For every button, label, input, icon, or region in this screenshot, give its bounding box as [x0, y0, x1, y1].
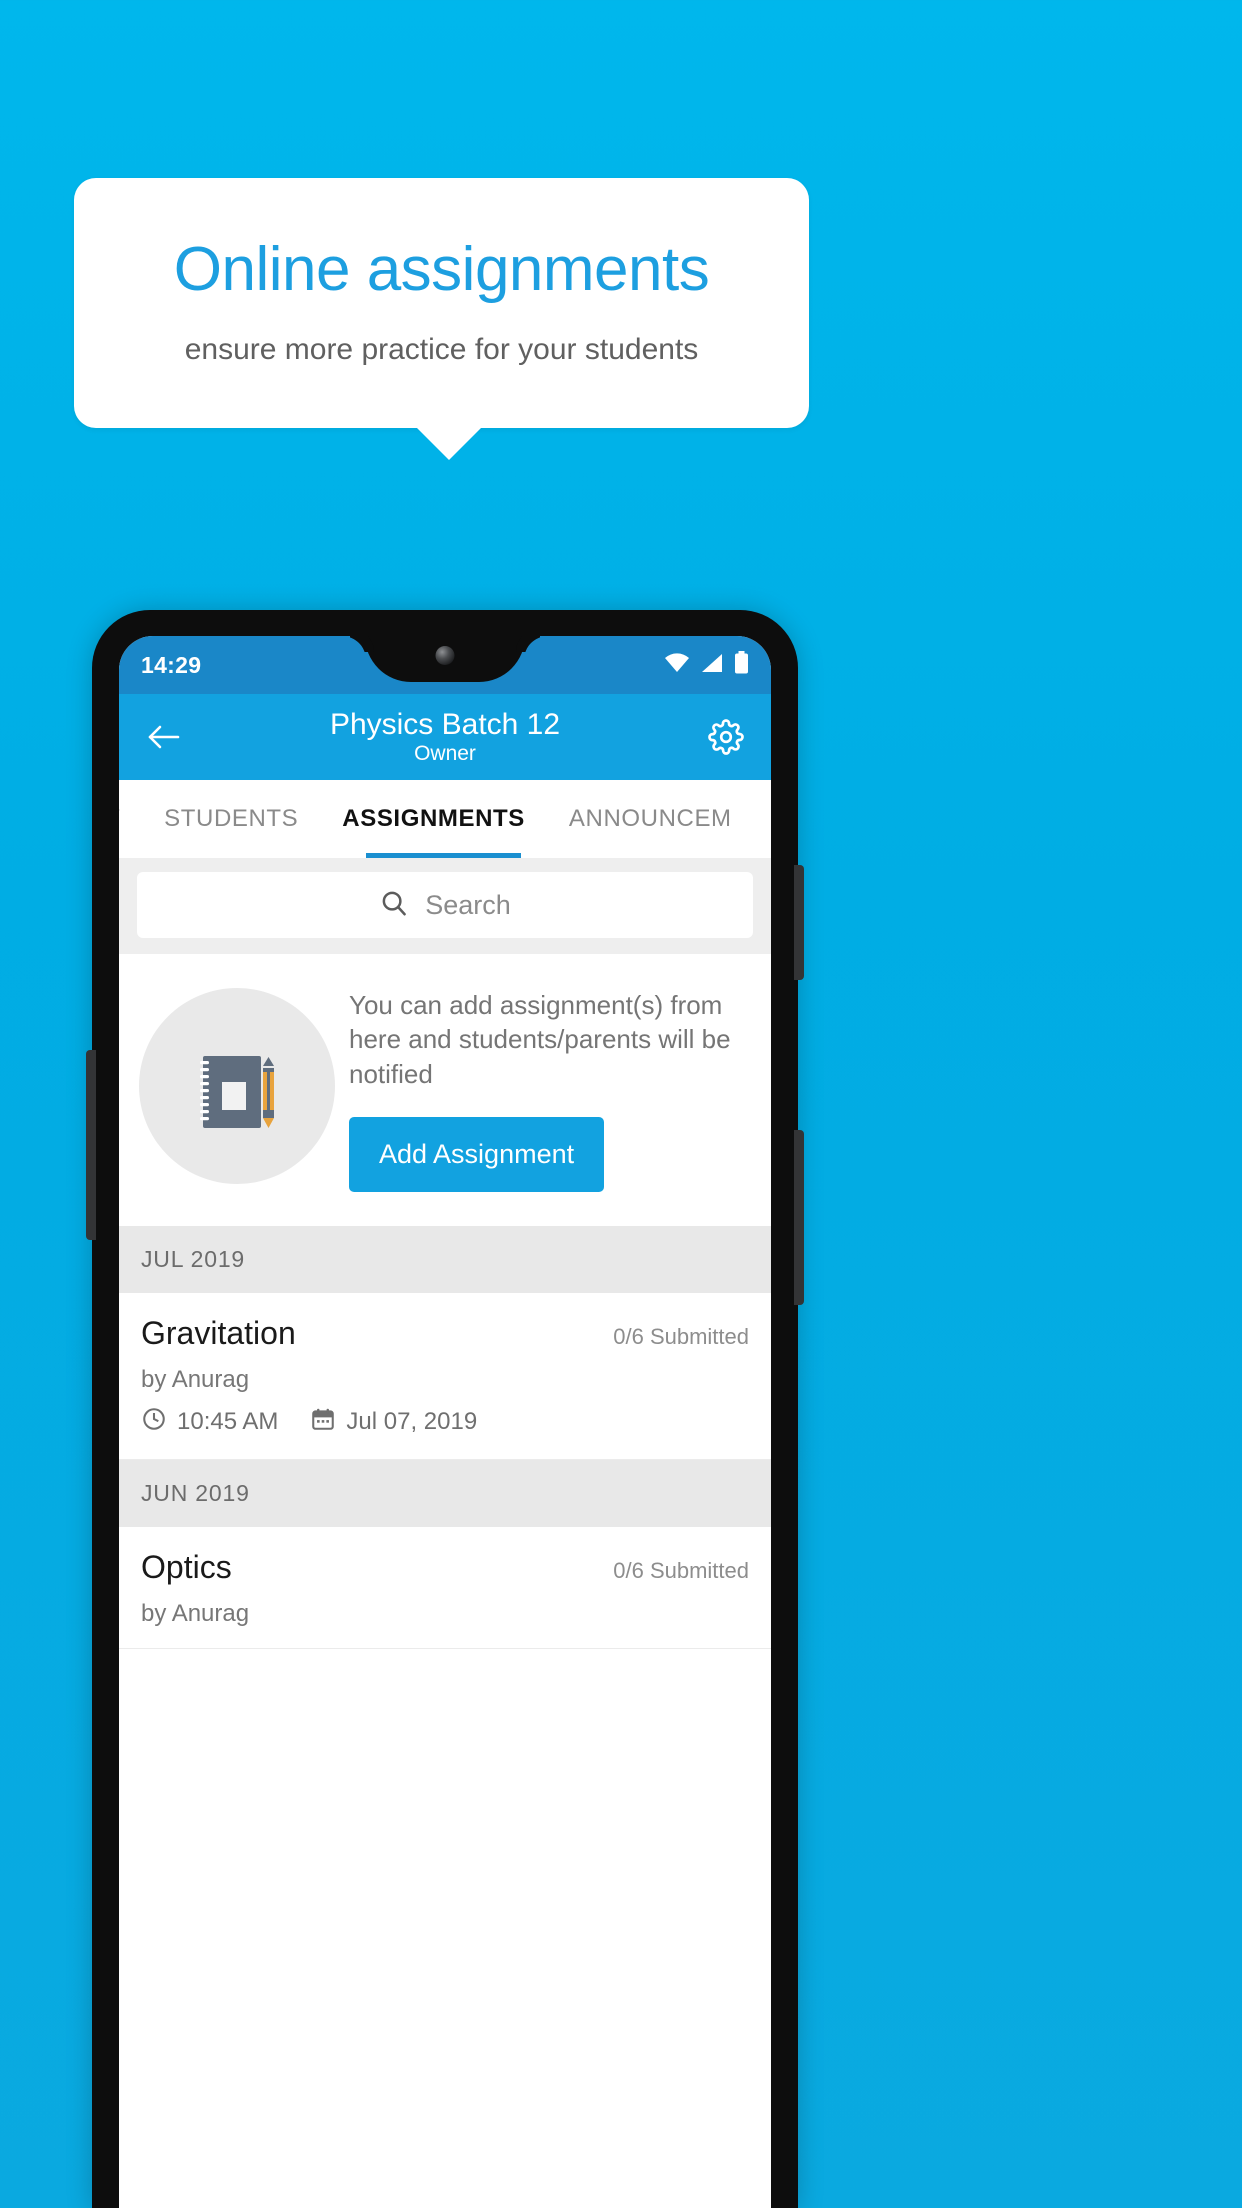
assignment-time: 10:45 AM — [177, 1408, 279, 1436]
status-time: 14:29 — [141, 651, 202, 678]
promo-bubble-tail — [416, 427, 482, 460]
phone-side-button[interactable] — [794, 1130, 804, 1305]
page-title: Physics Batch 12 — [329, 707, 561, 741]
notebook-pencil-icon — [139, 988, 335, 1184]
search-section: Search — [119, 858, 771, 954]
assignment-row[interactable]: Gravitation 0/6 Submitted by Anurag 10:4… — [119, 1292, 771, 1460]
page-subtitle: Owner — [414, 742, 476, 766]
status-bar: 14:29 — [119, 636, 771, 694]
add-assignment-button[interactable]: Add Assignment — [349, 1116, 605, 1192]
tab-bar: IEW STUDENTS ASSIGNMENTS ANNOUNCEM — [119, 780, 771, 858]
tab-active-indicator — [366, 853, 521, 858]
assignment-date: Jul 07, 2019 — [346, 1408, 478, 1436]
phone-mockup: 14:29 Physics Batch 12 Owner STUDENTS AS… — [86, 610, 804, 2208]
assignment-name: Optics — [141, 1548, 232, 1585]
app-bar: Physics Batch 12 Owner — [119, 694, 771, 780]
clock-icon — [141, 1406, 167, 1439]
phone-screen: 14:29 Physics Batch 12 Owner STUDENTS AS… — [119, 636, 771, 2208]
tab-announcements[interactable]: ANNOUNCEM — [547, 805, 754, 833]
promo-title: Online assignments — [173, 235, 710, 304]
phone-power-button[interactable] — [794, 865, 804, 980]
assignment-author: by Anurag — [141, 1365, 250, 1393]
settings-button[interactable] — [703, 714, 749, 760]
phone-volume-button[interactable] — [86, 1050, 96, 1240]
promo-subtitle: ensure more practice for your students — [184, 333, 699, 366]
wifi-icon — [664, 652, 690, 678]
month-header-jun: JUN 2019 — [119, 1459, 771, 1527]
search-icon — [379, 888, 409, 923]
assignment-row[interactable]: Optics 0/6 Submitted by Anurag — [119, 1526, 771, 1649]
tab-overview[interactable]: IEW — [119, 805, 142, 833]
assignment-name: Gravitation — [141, 1314, 296, 1351]
promo-bubble: Online assignments ensure more practice … — [74, 178, 809, 428]
assignment-meta: 10:45 AM Jul 07, 2019 — [141, 1406, 749, 1439]
tab-students[interactable]: STUDENTS — [142, 805, 320, 833]
search-input[interactable]: Search — [137, 872, 753, 938]
search-placeholder: Search — [425, 889, 511, 920]
battery-icon — [734, 651, 749, 679]
assignment-author: by Anurag — [141, 1599, 250, 1627]
tab-assignments[interactable]: ASSIGNMENTS — [320, 805, 547, 833]
empty-state-message: You can add assignment(s) from here and … — [349, 990, 731, 1089]
signal-icon — [701, 653, 723, 678]
status-icons — [664, 651, 749, 679]
front-camera — [435, 646, 455, 665]
month-header-jul: JUL 2019 — [119, 1225, 771, 1293]
empty-state-card: You can add assignment(s) from here and … — [119, 954, 771, 1226]
calendar-icon — [310, 1406, 336, 1439]
back-button[interactable] — [141, 714, 187, 760]
assignment-submitted: 0/6 Submitted — [613, 1323, 749, 1349]
assignment-submitted: 0/6 Submitted — [613, 1557, 749, 1583]
app-bar-titles: Physics Batch 12 Owner — [119, 708, 771, 767]
